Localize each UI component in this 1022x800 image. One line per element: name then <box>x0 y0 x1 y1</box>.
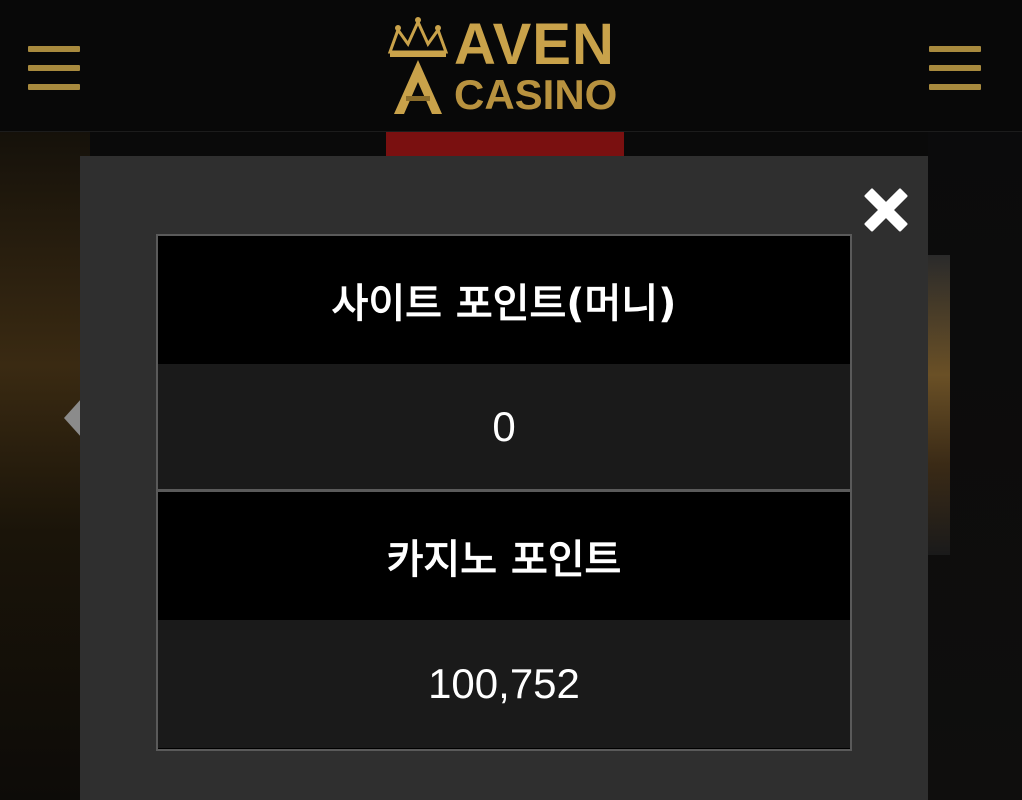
background-left <box>0 132 90 800</box>
site-points-value: 0 <box>158 364 850 492</box>
casino-points-title: 카지노 포인트 <box>158 492 850 620</box>
site-points-title: 사이트 포인트(머니) <box>158 236 850 364</box>
close-x-icon <box>864 188 908 232</box>
close-button[interactable] <box>858 182 914 238</box>
hamburger-bar <box>929 65 981 71</box>
crown-icon <box>387 17 449 114</box>
header: AVEN CASINO <box>0 0 1022 132</box>
page: AVEN CASINO 사이트 포인트(머니) 0 카지노 포인트 100,75… <box>0 0 1022 800</box>
hamburger-bar <box>929 46 981 52</box>
points-modal: 사이트 포인트(머니) 0 카지노 포인트 100,752 <box>80 156 928 800</box>
points-table: 사이트 포인트(머니) 0 카지노 포인트 100,752 <box>156 234 852 751</box>
hamburger-bar <box>929 84 981 90</box>
menu-right-button[interactable] <box>929 46 981 90</box>
logo[interactable]: AVEN CASINO <box>384 14 634 124</box>
logo-text-casino: CASINO <box>454 71 618 118</box>
menu-left-button[interactable] <box>28 46 80 90</box>
logo-text-aven: AVEN <box>454 12 615 77</box>
hamburger-bar <box>28 84 80 90</box>
hamburger-bar <box>28 65 80 71</box>
background-banner-edge <box>928 255 950 555</box>
hamburger-bar <box>28 46 80 52</box>
casino-points-value: 100,752 <box>158 620 850 748</box>
